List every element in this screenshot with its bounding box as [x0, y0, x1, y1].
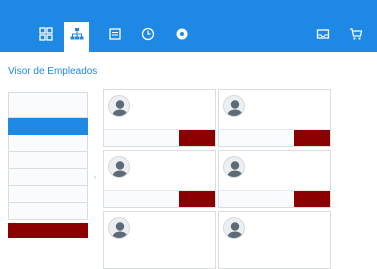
sidebar-item-7[interactable]	[8, 223, 88, 238]
card-action-red-button[interactable]	[294, 191, 330, 207]
avatar	[223, 217, 245, 239]
employee-card[interactable]	[103, 150, 216, 208]
employee-card[interactable]	[218, 89, 331, 147]
sidebar-item-5[interactable]	[8, 186, 88, 203]
sidebar-item-0[interactable]	[8, 92, 88, 118]
card-action-red-button[interactable]	[179, 191, 215, 207]
card-footer	[219, 129, 330, 146]
sidebar-item-1[interactable]	[8, 118, 88, 135]
employee-card[interactable]	[103, 89, 216, 147]
nav-time[interactable]	[135, 22, 160, 52]
card-footer	[104, 129, 215, 146]
employee-card[interactable]	[218, 211, 331, 269]
sidebar-item-3[interactable]	[8, 152, 88, 169]
person-silhouette-icon	[112, 100, 128, 116]
settings-circle-icon	[176, 28, 187, 40]
person-silhouette-icon	[112, 222, 128, 238]
sidebar-item-4[interactable]	[8, 169, 88, 186]
chevron-left-icon[interactable]: ‹	[94, 175, 96, 181]
grid-icon	[38, 27, 53, 41]
employee-card[interactable]	[103, 211, 216, 269]
filter-sidebar	[8, 92, 88, 238]
inbox-icon	[316, 29, 329, 39]
person-silhouette-icon	[227, 161, 243, 177]
nav-cart[interactable]	[343, 22, 368, 52]
avatar	[223, 156, 245, 178]
sidebar-item-2[interactable]	[8, 135, 88, 152]
person-silhouette-icon	[112, 161, 128, 177]
app-header	[0, 0, 377, 52]
org-chart-icon	[70, 28, 83, 40]
avatar	[223, 95, 245, 117]
page-title: Visor de Empleados	[8, 66, 98, 77]
cart-icon	[349, 28, 362, 40]
clock-icon	[141, 27, 154, 41]
employee-card[interactable]	[218, 150, 331, 208]
card-footer	[219, 190, 330, 207]
sidebar-item-6[interactable]	[8, 203, 88, 220]
calendar-icon	[108, 28, 121, 40]
avatar	[108, 156, 130, 178]
card-action-red-button[interactable]	[294, 130, 330, 146]
nav-calendar[interactable]	[102, 22, 127, 52]
card-action-red-button[interactable]	[179, 130, 215, 146]
nav-employees[interactable]	[64, 22, 89, 52]
person-silhouette-icon	[227, 222, 243, 238]
nav-messages[interactable]	[310, 22, 335, 52]
avatar	[108, 95, 130, 117]
nav-settings[interactable]	[169, 22, 194, 52]
person-silhouette-icon	[227, 100, 243, 116]
card-footer	[104, 190, 215, 207]
avatar	[108, 217, 130, 239]
nav-dashboard[interactable]	[33, 22, 58, 52]
